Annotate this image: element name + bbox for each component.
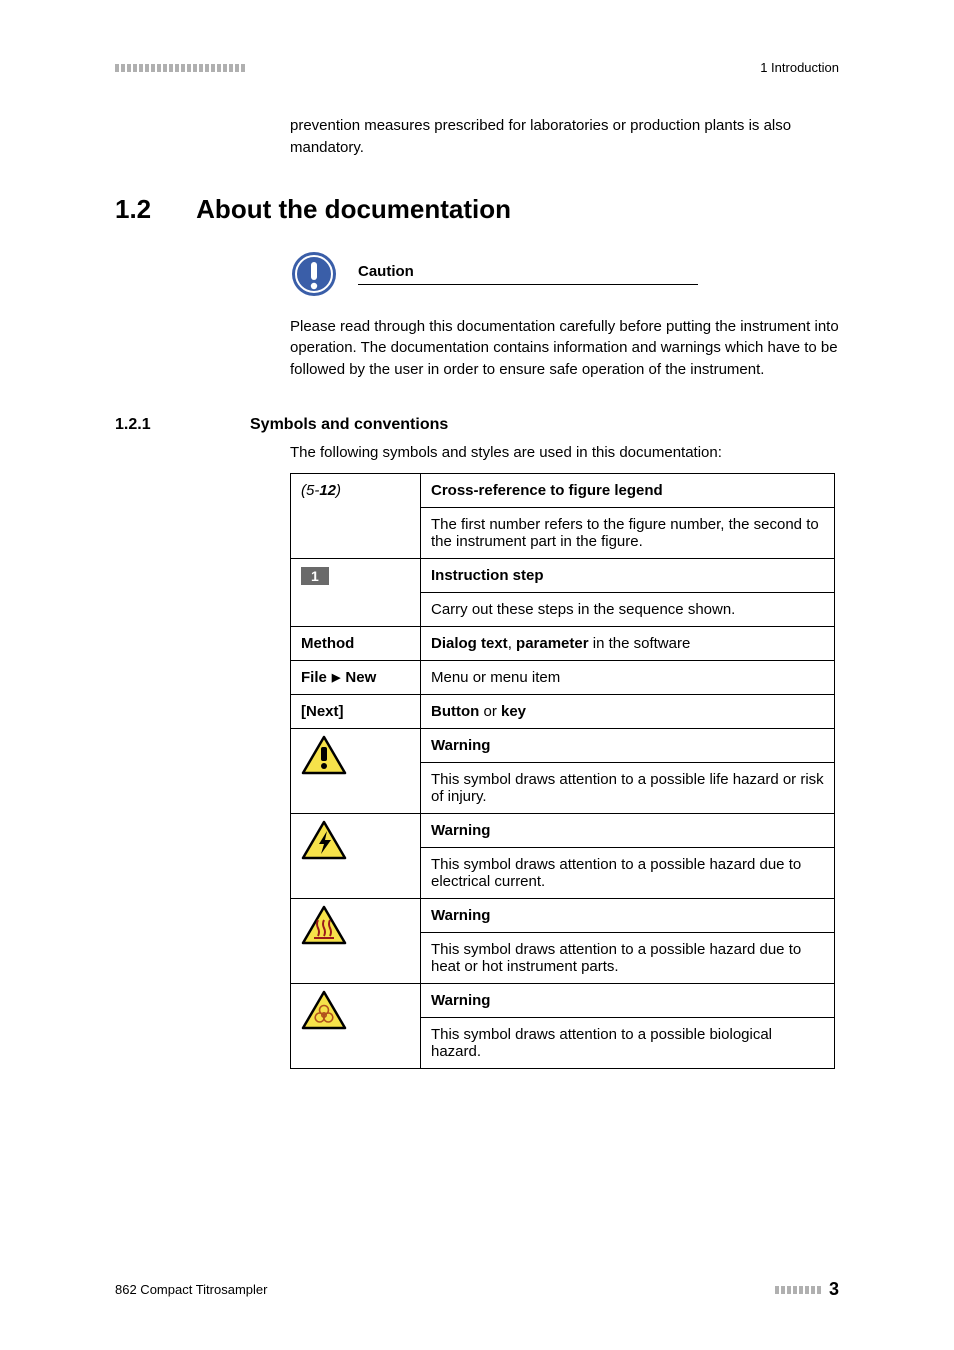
next-bold2: key <box>501 703 526 720</box>
table-row: File ▶ New Menu or menu item <box>291 660 835 694</box>
warn-life-icon-cell <box>291 728 421 813</box>
method-mid2: in the software <box>589 635 691 652</box>
crossref-prefix: (5- <box>301 482 319 499</box>
next-mid: or <box>479 703 501 720</box>
next-label: [Next] <box>291 694 421 728</box>
warn-life-desc: This symbol draws attention to a possibl… <box>421 762 835 813</box>
crossref-desc: The first number refers to the figure nu… <box>421 507 835 558</box>
footer-decoration <box>775 1286 821 1294</box>
file-desc: Menu or menu item <box>421 660 835 694</box>
subsection-number: 1.2.1 <box>115 416 205 434</box>
table-row: (5-12) Cross-reference to figure legend <box>291 473 835 507</box>
table-row: Warning <box>291 898 835 932</box>
table-row: Warning <box>291 983 835 1017</box>
step-desc: Carry out these steps in the sequence sh… <box>421 592 835 626</box>
method-desc: Dialog text, parameter in the software <box>421 626 835 660</box>
subsection-intro: The following symbols and styles are use… <box>290 444 839 461</box>
page-footer: 862 Compact Titrosampler 3 <box>115 1279 839 1300</box>
warn-heat-icon-cell <box>291 898 421 983</box>
table-row: Warning <box>291 813 835 847</box>
table-row: Method Dialog text, parameter in the sof… <box>291 626 835 660</box>
section-title: About the documentation <box>196 194 511 225</box>
caution-label: Caution <box>358 263 839 280</box>
warning-electrical-icon <box>301 820 347 860</box>
step-title: Instruction step <box>421 558 835 592</box>
crossref-bold: 12 <box>319 482 336 499</box>
table-row: 1 Instruction step <box>291 558 835 592</box>
page-header: 1 Introduction <box>115 60 839 75</box>
section-heading: 1.2 About the documentation <box>115 194 839 225</box>
warning-heat-icon <box>301 905 347 945</box>
menu-arrow-icon: ▶ <box>329 672 344 684</box>
next-desc: Button or key <box>421 694 835 728</box>
file-new-label: File ▶ New <box>291 660 421 694</box>
step-symbol-cell: 1 <box>291 558 421 626</box>
header-chapter: 1 Introduction <box>760 60 839 75</box>
method-bold2: parameter <box>516 635 589 652</box>
page-number: 3 <box>829 1279 839 1300</box>
crossref-suffix: ) <box>336 482 341 499</box>
warning-biohazard-icon <box>301 990 347 1030</box>
step-badge: 1 <box>301 567 329 585</box>
caution-text: Please read through this documentation c… <box>290 316 839 381</box>
warn-bio-desc: This symbol draws attention to a possibl… <box>421 1017 835 1068</box>
footer-title: 862 Compact Titrosampler <box>115 1282 267 1297</box>
continued-paragraph: prevention measures prescribed for labor… <box>290 115 839 159</box>
caution-icon <box>290 250 338 298</box>
section-number: 1.2 <box>115 194 151 225</box>
warning-life-icon <box>301 735 347 775</box>
crossref-symbol-cell: (5-12) <box>291 473 421 558</box>
file-left2: New <box>345 669 376 686</box>
subsection-title: Symbols and conventions <box>250 416 448 434</box>
symbols-table: (5-12) Cross-reference to figure legend … <box>290 473 835 1069</box>
warn-elec-icon-cell <box>291 813 421 898</box>
file-left1: File <box>301 669 327 686</box>
warn-bio-title: Warning <box>421 983 835 1017</box>
next-bold1: Button <box>431 703 479 720</box>
header-decoration <box>115 64 245 72</box>
warn-elec-title: Warning <box>421 813 835 847</box>
table-row: Warning <box>291 728 835 762</box>
warn-heat-desc: This symbol draws attention to a possibl… <box>421 932 835 983</box>
caution-block: Caution Please read through this documen… <box>290 250 839 381</box>
warn-life-title: Warning <box>421 728 835 762</box>
subsection-heading: 1.2.1 Symbols and conventions <box>115 416 839 434</box>
warn-bio-icon-cell <box>291 983 421 1068</box>
table-row: [Next] Button or key <box>291 694 835 728</box>
warn-heat-title: Warning <box>421 898 835 932</box>
caution-rule <box>358 284 698 285</box>
warn-elec-desc: This symbol draws attention to a possibl… <box>421 847 835 898</box>
crossref-title: Cross-reference to figure legend <box>421 473 835 507</box>
method-label: Method <box>291 626 421 660</box>
method-bold1: Dialog text <box>431 635 508 652</box>
method-mid1: , <box>508 635 516 652</box>
